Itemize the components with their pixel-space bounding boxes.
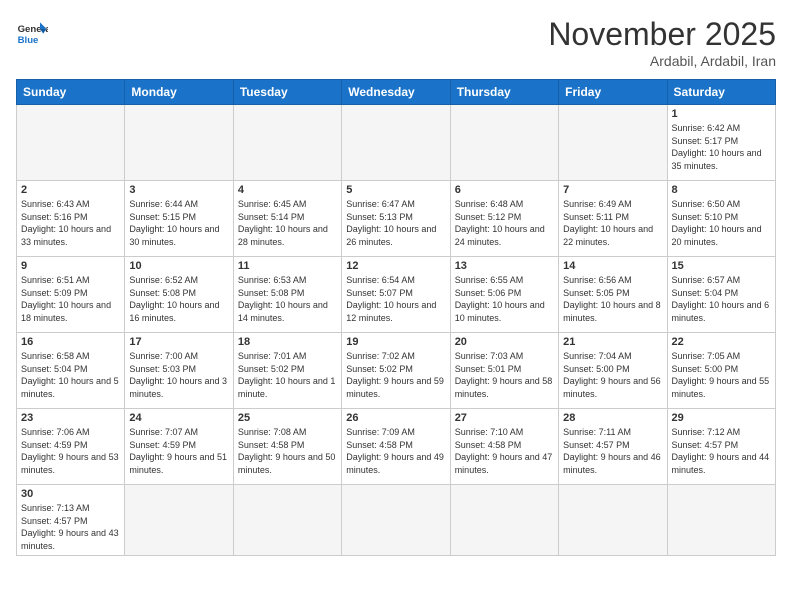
title-block: November 2025 Ardabil, Ardabil, Iran — [548, 16, 776, 69]
day-5: 5 Sunrise: 6:47 AMSunset: 5:13 PMDayligh… — [342, 181, 450, 257]
day-30: 30 Sunrise: 7:13 AMSunset: 4:57 PMDaylig… — [17, 485, 125, 556]
day-4: 4 Sunrise: 6:45 AMSunset: 5:14 PMDayligh… — [233, 181, 341, 257]
calendar: Sunday Monday Tuesday Wednesday Thursday… — [16, 79, 776, 556]
header-wednesday: Wednesday — [342, 80, 450, 105]
day-21: 21 Sunrise: 7:04 AMSunset: 5:00 PMDaylig… — [559, 333, 667, 409]
empty-cell — [233, 485, 341, 556]
day-9: 9 Sunrise: 6:51 AMSunset: 5:09 PMDayligh… — [17, 257, 125, 333]
empty-cell — [342, 485, 450, 556]
day-10: 10 Sunrise: 6:52 AMSunset: 5:08 PMDaylig… — [125, 257, 233, 333]
calendar-row-4: 16 Sunrise: 6:58 AMSunset: 5:04 PMDaylig… — [17, 333, 776, 409]
empty-cell — [450, 485, 558, 556]
empty-cell — [17, 105, 125, 181]
day-20: 20 Sunrise: 7:03 AMSunset: 5:01 PMDaylig… — [450, 333, 558, 409]
empty-cell — [667, 485, 775, 556]
day-28: 28 Sunrise: 7:11 AMSunset: 4:57 PMDaylig… — [559, 409, 667, 485]
day-24: 24 Sunrise: 7:07 AMSunset: 4:59 PMDaylig… — [125, 409, 233, 485]
day-23: 23 Sunrise: 7:06 AMSunset: 4:59 PMDaylig… — [17, 409, 125, 485]
day-14: 14 Sunrise: 6:56 AMSunset: 5:05 PMDaylig… — [559, 257, 667, 333]
svg-text:Blue: Blue — [18, 35, 39, 46]
logo: General Blue — [16, 16, 48, 48]
day-1: 1 Sunrise: 6:42 AM Sunset: 5:17 PM Dayli… — [667, 105, 775, 181]
calendar-row-2: 2 Sunrise: 6:43 AMSunset: 5:16 PMDayligh… — [17, 181, 776, 257]
calendar-row-6: 30 Sunrise: 7:13 AMSunset: 4:57 PMDaylig… — [17, 485, 776, 556]
day-25: 25 Sunrise: 7:08 AMSunset: 4:58 PMDaylig… — [233, 409, 341, 485]
day-27: 27 Sunrise: 7:10 AMSunset: 4:58 PMDaylig… — [450, 409, 558, 485]
day-13: 13 Sunrise: 6:55 AMSunset: 5:06 PMDaylig… — [450, 257, 558, 333]
header-sunday: Sunday — [17, 80, 125, 105]
day-26: 26 Sunrise: 7:09 AMSunset: 4:58 PMDaylig… — [342, 409, 450, 485]
empty-cell — [233, 105, 341, 181]
header-tuesday: Tuesday — [233, 80, 341, 105]
day-16: 16 Sunrise: 6:58 AMSunset: 5:04 PMDaylig… — [17, 333, 125, 409]
calendar-row-1: 1 Sunrise: 6:42 AM Sunset: 5:17 PM Dayli… — [17, 105, 776, 181]
empty-cell — [125, 105, 233, 181]
day-7: 7 Sunrise: 6:49 AMSunset: 5:11 PMDayligh… — [559, 181, 667, 257]
generalblue-logo-icon: General Blue — [16, 16, 48, 48]
day-19: 19 Sunrise: 7:02 AMSunset: 5:02 PMDaylig… — [342, 333, 450, 409]
day-29: 29 Sunrise: 7:12 AMSunset: 4:57 PMDaylig… — [667, 409, 775, 485]
day-22: 22 Sunrise: 7:05 AMSunset: 5:00 PMDaylig… — [667, 333, 775, 409]
page: General Blue November 2025 Ardabil, Arda… — [0, 0, 792, 612]
header: General Blue November 2025 Ardabil, Arda… — [16, 16, 776, 69]
day-12: 12 Sunrise: 6:54 AMSunset: 5:07 PMDaylig… — [342, 257, 450, 333]
empty-cell — [559, 105, 667, 181]
header-thursday: Thursday — [450, 80, 558, 105]
empty-cell — [559, 485, 667, 556]
header-saturday: Saturday — [667, 80, 775, 105]
day-18: 18 Sunrise: 7:01 AMSunset: 5:02 PMDaylig… — [233, 333, 341, 409]
month-title: November 2025 — [548, 16, 776, 53]
day-3: 3 Sunrise: 6:44 AMSunset: 5:15 PMDayligh… — [125, 181, 233, 257]
day-15: 15 Sunrise: 6:57 AMSunset: 5:04 PMDaylig… — [667, 257, 775, 333]
empty-cell — [125, 485, 233, 556]
empty-cell — [450, 105, 558, 181]
day-6: 6 Sunrise: 6:48 AMSunset: 5:12 PMDayligh… — [450, 181, 558, 257]
day-17: 17 Sunrise: 7:00 AMSunset: 5:03 PMDaylig… — [125, 333, 233, 409]
day-2: 2 Sunrise: 6:43 AMSunset: 5:16 PMDayligh… — [17, 181, 125, 257]
subtitle: Ardabil, Ardabil, Iran — [548, 53, 776, 69]
header-friday: Friday — [559, 80, 667, 105]
empty-cell — [342, 105, 450, 181]
day-11: 11 Sunrise: 6:53 AMSunset: 5:08 PMDaylig… — [233, 257, 341, 333]
header-monday: Monday — [125, 80, 233, 105]
weekday-header-row: Sunday Monday Tuesday Wednesday Thursday… — [17, 80, 776, 105]
calendar-row-5: 23 Sunrise: 7:06 AMSunset: 4:59 PMDaylig… — [17, 409, 776, 485]
calendar-row-3: 9 Sunrise: 6:51 AMSunset: 5:09 PMDayligh… — [17, 257, 776, 333]
day-8: 8 Sunrise: 6:50 AMSunset: 5:10 PMDayligh… — [667, 181, 775, 257]
